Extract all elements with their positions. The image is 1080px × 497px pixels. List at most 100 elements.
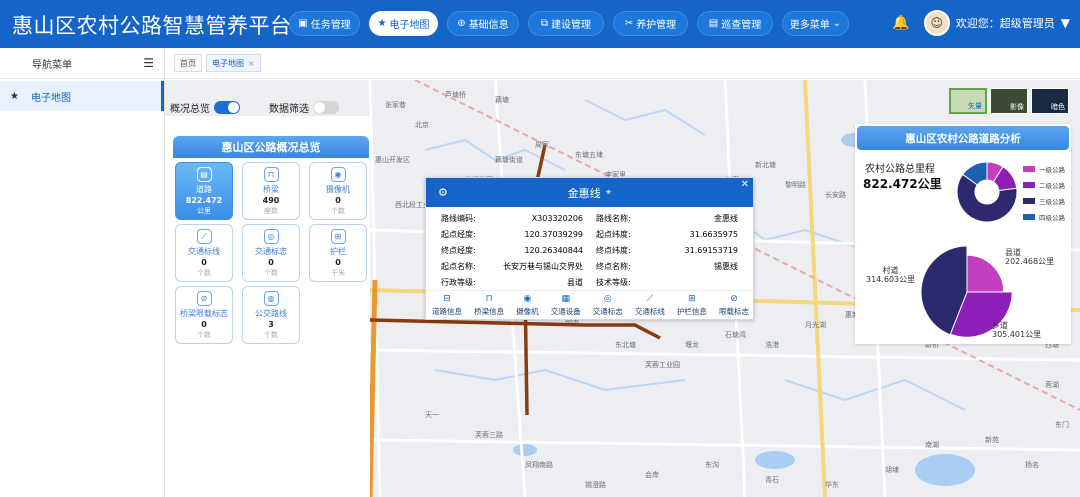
- sidebar-item-label: 电子地图: [30, 92, 71, 104]
- map-place-label: 天一: [425, 411, 439, 419]
- sidebar-title: 导航菜单: [32, 59, 72, 71]
- popup-header: ⚙ 金惠线 ⌖ ✕: [426, 178, 753, 207]
- user-dropdown-icon[interactable]: ▼: [1061, 16, 1070, 30]
- card-guardrail[interactable]: ⊞ 护栏 0 千米: [309, 224, 367, 282]
- nav-basic-info-button[interactable]: ⊕ 基础信息: [447, 11, 519, 36]
- map-place-label: 新北塘: [755, 161, 776, 169]
- map-place-label: 东塘五埭: [575, 151, 603, 159]
- tool-sign[interactable]: ◎ 交通标志: [593, 294, 623, 320]
- map-place-label: 芙蓉工业园: [645, 361, 680, 369]
- tool-road-info[interactable]: ⊟ 道路信息: [432, 294, 462, 320]
- map-place-label: 月光湖: [805, 321, 826, 329]
- bridge-icon: ⊓: [485, 294, 493, 304]
- nav-more-button[interactable]: 更多菜单 ⌄: [782, 11, 849, 36]
- overview-toggle-row: 概况总览 数据筛选: [170, 98, 370, 116]
- sidebar: 导航菜单 ☰ ★ 电子地图: [0, 48, 165, 497]
- map-place-label: 芦塘桥: [445, 91, 466, 99]
- card-bus[interactable]: ◍ 公交路线 3 个数: [242, 286, 300, 344]
- road-analysis-panel: 惠山区农村公路道路分析 农村公路总里程 822.472公里 一级公路 二级公路 …: [855, 124, 1071, 344]
- avatar[interactable]: ☺: [923, 10, 950, 36]
- tool-guardrail[interactable]: ⊞ 护栏信息: [677, 294, 707, 320]
- locate-icon[interactable]: ⌖: [606, 187, 612, 198]
- close-icon[interactable]: ×: [248, 59, 255, 68]
- tool-bridge-info[interactable]: ⊓ 桥梁信息: [474, 294, 504, 320]
- guardrail-icon: ⊞: [330, 229, 346, 244]
- map-place-label: 黎明路: [785, 181, 806, 189]
- map-place-label: 藕塘街道: [495, 156, 523, 164]
- map-place-label: 蓉湖: [1045, 381, 1059, 389]
- bridge-icon: ⊓: [263, 167, 279, 182]
- field-start-lat-key: 起点纬度:: [596, 230, 631, 239]
- overview-toggle-label: 概况总览: [170, 103, 210, 115]
- device-icon: ▦: [561, 294, 570, 304]
- card-bridge-limit[interactable]: ⊘ 桥梁限载标志 0 个数: [175, 286, 233, 344]
- layer-dark-button[interactable]: 暗色: [1031, 88, 1069, 114]
- field-start-name-key: 起点名称:: [441, 262, 476, 271]
- field-start-lng-value: 120.37039299: [524, 230, 583, 239]
- field-admin-value: 县道: [567, 278, 583, 287]
- tab-map[interactable]: 电子地图 ×: [206, 54, 261, 72]
- settings-sliders-icon[interactable]: ⚙: [438, 186, 448, 199]
- map-place-label: 张家巷: [385, 101, 406, 109]
- nav-maintain-button[interactable]: ✂ 养护管理: [613, 11, 688, 36]
- map-place-label: 东门: [1055, 421, 1069, 429]
- grade-donut-chart: [920, 161, 1018, 338]
- field-road-code-key: 路线编码:: [441, 214, 476, 223]
- marking-icon: ⟋: [196, 229, 212, 244]
- guardrail-icon: ⊞: [688, 294, 696, 304]
- tool-camera[interactable]: ◉ 摄像机: [516, 294, 539, 320]
- map-place-label: 芙蓉三路: [475, 431, 503, 439]
- nav-build-button[interactable]: ⧉ 建设管理: [528, 11, 604, 36]
- field-end-lng-key: 终点经度:: [441, 246, 476, 255]
- popup-close-button[interactable]: ✕: [741, 179, 749, 190]
- bell-icon[interactable]: 🔔: [892, 15, 909, 31]
- road-info-popup: ⚙ 金惠线 ⌖ ✕ 路线编码: X303320206 路线名称: 金惠线 起点经…: [425, 177, 755, 320]
- nav-task-button[interactable]: ▣ 任务管理: [289, 11, 360, 36]
- sign-icon: ◎: [263, 229, 279, 244]
- map-place-label: 锡澄路: [585, 481, 606, 489]
- filter-toggle[interactable]: [313, 100, 339, 114]
- marking-icon: ⟋: [646, 294, 653, 304]
- map-place-label: 扬名: [1025, 461, 1039, 469]
- nav-map-button[interactable]: ★ 电子地图: [369, 11, 438, 36]
- overview-toggle[interactable]: [214, 100, 240, 114]
- tool-limit[interactable]: ⊘ 限载标志: [719, 294, 749, 320]
- card-sign[interactable]: ◎ 交通标志 0 个数: [242, 224, 300, 282]
- map-place-label: 青石: [765, 476, 779, 484]
- chevron-down-icon: ⌄: [832, 18, 842, 29]
- card-bridge[interactable]: ⊓ 桥梁 490 座数: [242, 162, 300, 220]
- patrol-icon: ▤: [708, 18, 719, 29]
- limit-icon: ⊘: [196, 291, 212, 306]
- map-place-label: 东北塘: [615, 341, 636, 349]
- field-admin-key: 行政等级:: [441, 278, 476, 287]
- tab-home[interactable]: 首页: [174, 54, 202, 72]
- layer-vector-button[interactable]: 矢量: [949, 88, 987, 114]
- sidebar-item-map[interactable]: ★ 电子地图: [0, 81, 164, 111]
- user-greeting[interactable]: 欢迎您：超级管理员: [956, 15, 1055, 31]
- tool-device[interactable]: ▦ 交通设备: [551, 294, 581, 320]
- card-camera[interactable]: ◉ 摄像机 0 个数: [309, 162, 367, 220]
- field-tech-key: 技术等级:: [596, 278, 631, 287]
- field-end-lat-value: 31.69153719: [684, 246, 738, 255]
- map-place-label: 长安路: [825, 191, 846, 199]
- sidebar-header: 导航菜单 ☰: [0, 48, 164, 79]
- star-icon: ★: [10, 90, 19, 102]
- pie-slice[interactable]: [966, 254, 1005, 293]
- star-icon: ★: [377, 18, 387, 29]
- collapse-menu-icon[interactable]: ☰: [143, 56, 154, 70]
- filter-toggle-label: 数据筛选: [269, 103, 309, 115]
- tool-marking[interactable]: ⟋ 交通标线: [635, 294, 665, 320]
- card-road[interactable]: ▤ 道路 822.472 公里: [175, 162, 233, 220]
- map-place-label: 北京: [415, 121, 429, 129]
- layer-imagery-button[interactable]: 影像: [990, 88, 1028, 114]
- card-marking[interactable]: ⟋ 交通标线 0 个数: [175, 224, 233, 282]
- map-place-label: 石塘湾: [725, 331, 746, 339]
- map-place-label: 惠山开发区: [375, 156, 410, 164]
- popup-toolbar: ⊟ 道路信息 ⊓ 桥梁信息 ◉ 摄像机 ▦ 交通设备 ◎ 交通标志 ⟋ 交通标线 ⊞ 护栏信息…: [426, 290, 755, 320]
- task-icon: ▣: [298, 18, 308, 29]
- nav-patrol-button[interactable]: ▤ 巡查管理: [697, 11, 773, 36]
- map-place-label: 堰龙: [685, 341, 699, 349]
- tab-bar: 首页 电子地图 ×: [165, 48, 1080, 79]
- map-place-label: 周家: [535, 141, 549, 149]
- map-place-label: 南湖: [925, 441, 939, 449]
